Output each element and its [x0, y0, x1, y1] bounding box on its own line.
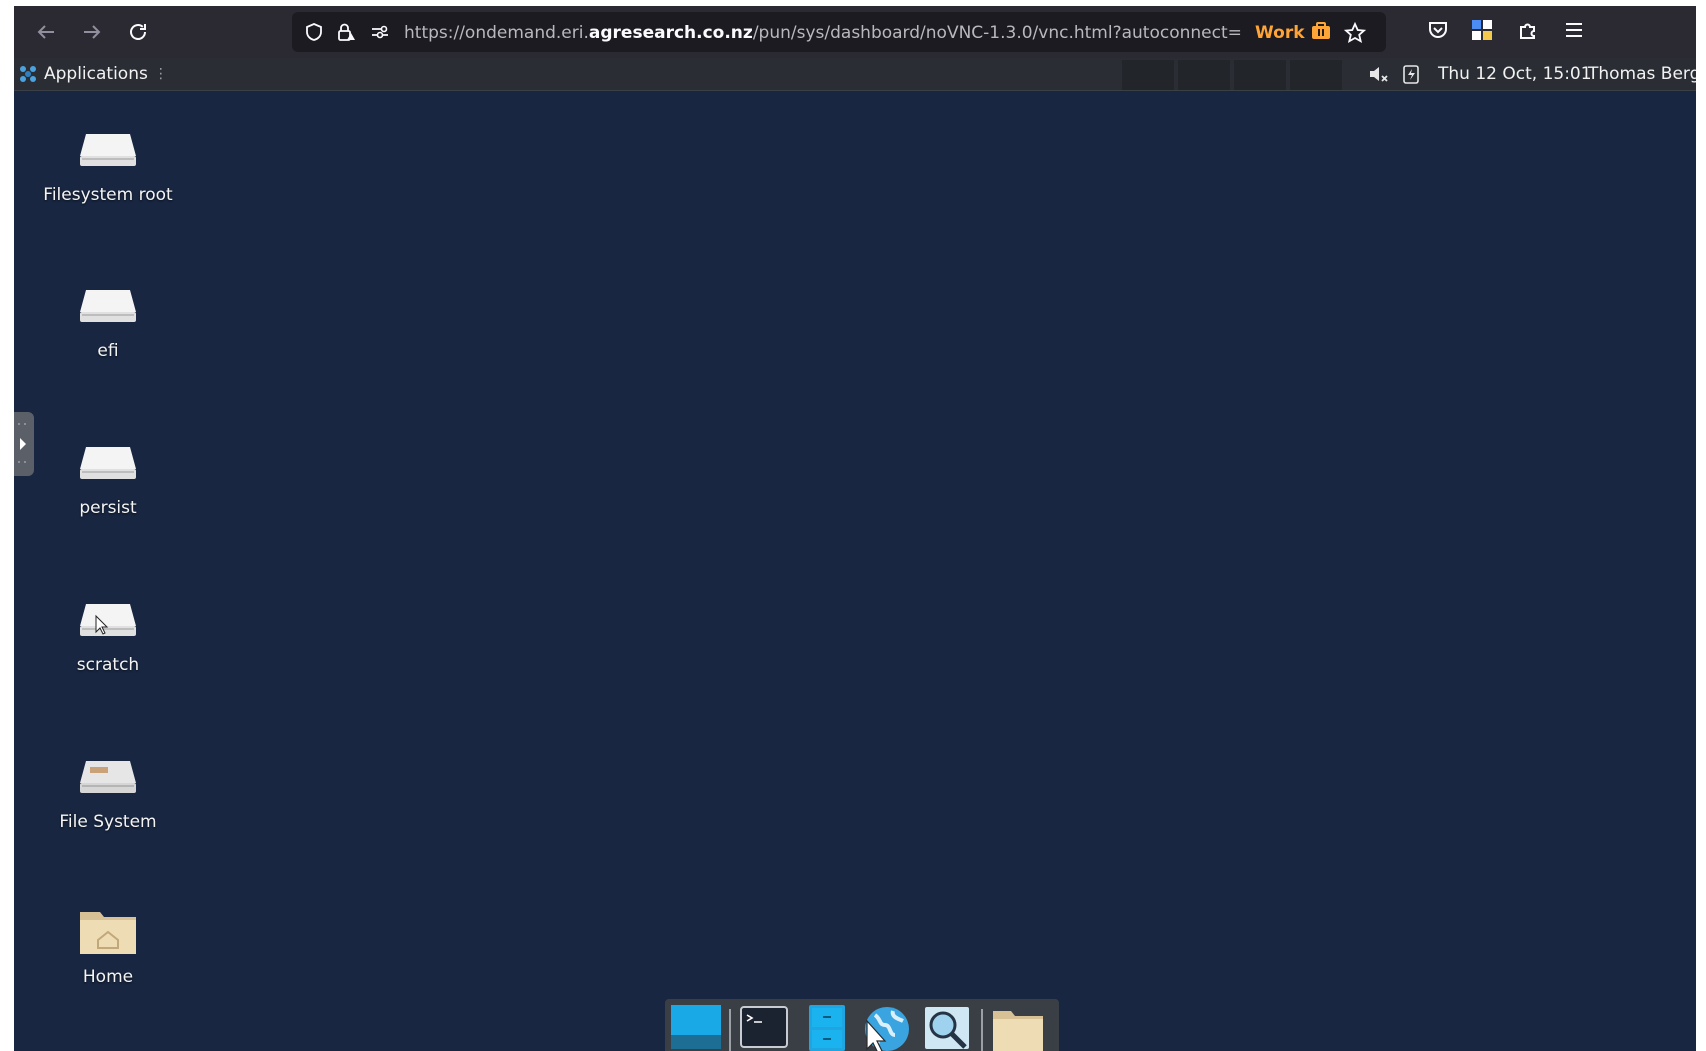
- drive-icon: [80, 604, 136, 636]
- desktop-icon-label: File System: [59, 812, 157, 832]
- bottom-dock: [665, 999, 1059, 1051]
- shield-icon[interactable]: [304, 22, 324, 42]
- container-badge[interactable]: Work: [1255, 21, 1332, 43]
- desktop-icon-file-system[interactable]: File System: [28, 751, 188, 861]
- terminal-icon[interactable]: [737, 1003, 791, 1051]
- lock-warning-icon[interactable]: [336, 22, 356, 42]
- home-folder-icon: [80, 912, 136, 954]
- desktop-icon-label: efi: [97, 341, 119, 361]
- url-prefix: https://ondemand.eri.: [404, 23, 589, 43]
- folder-icon[interactable]: [991, 1003, 1045, 1051]
- url-bar[interactable]: https://ondemand.eri.agresearch.co.nz/pu…: [292, 12, 1386, 52]
- menu-icon[interactable]: [1562, 18, 1590, 46]
- desktop-icon-home[interactable]: Home: [28, 906, 188, 1016]
- applications-menu-button[interactable]: Applications ⋮: [18, 61, 168, 87]
- panel-handle-icon[interactable]: ⋮: [154, 66, 168, 82]
- extension-grid-icon[interactable]: [1470, 18, 1498, 46]
- desktop-icon-scratch[interactable]: scratch: [28, 594, 188, 704]
- desktop-icon-filesystem-root[interactable]: Filesystem root: [28, 124, 188, 234]
- dock-separator: [981, 1009, 983, 1051]
- workspace-1[interactable]: [1122, 60, 1174, 90]
- drive-icon: [80, 134, 136, 166]
- drive-icon: [80, 761, 136, 793]
- applications-label: Applications: [44, 64, 148, 84]
- dock-separator: [729, 1009, 731, 1051]
- file-manager-icon[interactable]: [799, 1003, 853, 1051]
- bookmark-star-icon[interactable]: [1343, 21, 1367, 43]
- user-menu[interactable]: Thomas Berger: [1588, 63, 1696, 85]
- workspace-3[interactable]: [1234, 60, 1286, 90]
- back-icon[interactable]: [32, 18, 60, 46]
- url-host: agresearch.co.nz: [588, 23, 753, 43]
- desktop-icon-label: persist: [79, 498, 137, 518]
- browser-toolbar: https://ondemand.eri.agresearch.co.nz/pu…: [14, 6, 1696, 58]
- permissions-icon[interactable]: [370, 22, 390, 42]
- container-icon: [1312, 22, 1331, 39]
- drive-icon: [80, 447, 136, 479]
- volume-muted-icon[interactable]: [1368, 64, 1388, 84]
- drive-icon: [80, 290, 136, 322]
- desktop-icon-persist[interactable]: persist: [28, 437, 188, 547]
- desktop-icon-label: Filesystem root: [43, 185, 173, 205]
- show-desktop-icon[interactable]: [669, 1003, 723, 1051]
- extensions-icon[interactable]: [1516, 18, 1544, 46]
- clock[interactable]: Thu 12 Oct, 15:01: [1438, 63, 1592, 85]
- desktop-icon-efi[interactable]: efi: [28, 280, 188, 390]
- url-text[interactable]: https://ondemand.eri.agresearch.co.nz/pu…: [404, 22, 1242, 44]
- forward-icon[interactable]: [78, 18, 106, 46]
- container-label: Work: [1255, 23, 1305, 43]
- desktop-icon-label: scratch: [76, 655, 140, 675]
- pocket-icon[interactable]: [1426, 18, 1454, 46]
- workspace-2[interactable]: [1178, 60, 1230, 90]
- power-icon[interactable]: [1402, 64, 1422, 84]
- web-browser-icon[interactable]: [859, 1003, 913, 1051]
- screen: https://ondemand.eri.agresearch.co.nz/pu…: [14, 6, 1696, 1051]
- top-panel: Applications ⋮ Thu 12 Oct, 15:01 Thomas …: [14, 58, 1696, 91]
- xfce-logo-icon: [20, 66, 36, 82]
- reload-icon[interactable]: [124, 18, 152, 46]
- app-finder-icon[interactable]: [921, 1003, 975, 1051]
- desktop-icon-label: Home: [82, 967, 134, 987]
- url-path: /pun/sys/dashboard/noVNC-1.3.0/vnc.html?…: [752, 23, 1242, 43]
- workspace-4[interactable]: [1290, 60, 1342, 90]
